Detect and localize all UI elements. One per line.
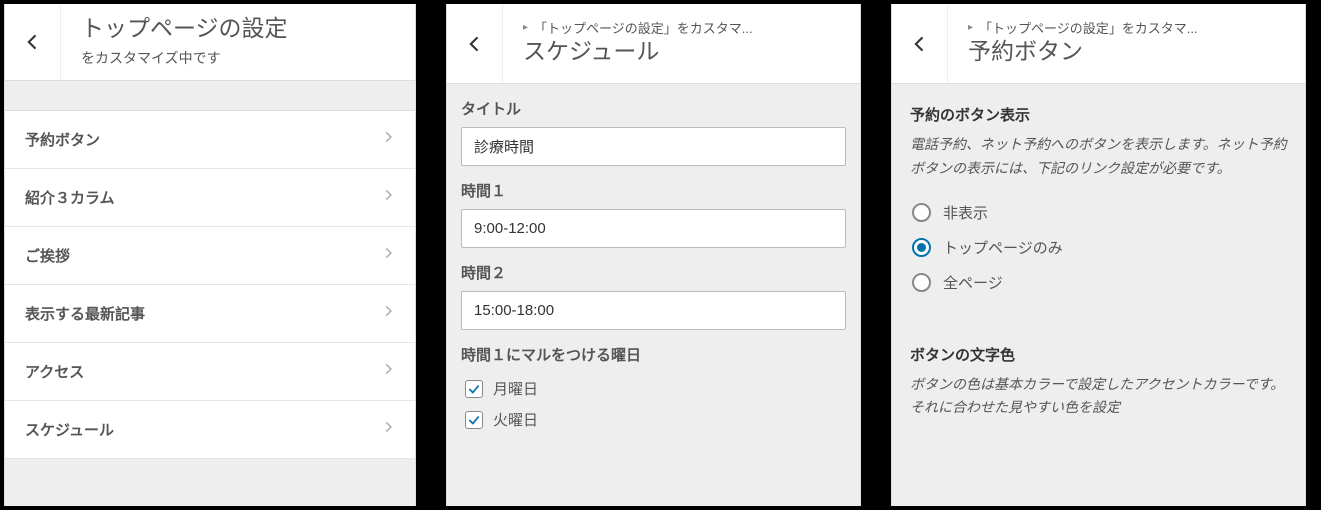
section-heading-display: 予約のボタン表示 — [910, 104, 1287, 125]
schedule-time1-input[interactable] — [461, 209, 846, 248]
field-label-days: 時間１にマルをつける曜日 — [461, 344, 846, 365]
chevron-right-icon — [381, 130, 395, 148]
chevron-right-icon — [381, 246, 395, 264]
header-title-wrap: トップページの設定 をカスタマイズ中です — [61, 4, 415, 80]
radio-all-pages[interactable] — [912, 273, 931, 292]
checkbox-mon[interactable] — [465, 380, 483, 398]
header-title-wrap: ▸ 「トップページの設定」をカスタマ... スケジュール — [503, 4, 860, 83]
radio-label: トップページのみ — [943, 237, 1063, 258]
spacer — [5, 81, 415, 111]
page-subtitle: をカスタマイズ中です — [81, 48, 395, 68]
check-icon — [467, 413, 481, 427]
header-title-wrap: ▸ 「トップページの設定」をカスタマ... 予約ボタン — [948, 4, 1305, 83]
back-button[interactable] — [5, 4, 61, 80]
menu-item-latest-articles[interactable]: 表示する最新記事 — [5, 285, 415, 343]
field-label-title: タイトル — [461, 98, 846, 119]
back-button[interactable] — [447, 4, 503, 83]
page-title: 予約ボタン — [968, 37, 1285, 67]
breadcrumb-caret-icon: ▸ — [523, 22, 528, 33]
chevron-right-icon — [381, 362, 395, 380]
day-checkbox-row-mon[interactable]: 月曜日 — [461, 373, 846, 404]
checkbox-tue[interactable] — [465, 411, 483, 429]
chevron-right-icon — [381, 420, 395, 438]
menu-item-label: 表示する最新記事 — [25, 303, 145, 324]
chevron-right-icon — [381, 188, 395, 206]
panel-body: 予約のボタン表示 電話予約、ネット予約へのボタンを表示します。ネット予約ボタンの… — [892, 84, 1305, 434]
radio-label: 全ページ — [943, 272, 1003, 293]
schedule-title-input[interactable] — [461, 127, 846, 166]
day-label: 火曜日 — [493, 409, 538, 430]
section-heading-text-color: ボタンの文字色 — [910, 344, 1287, 365]
radio-row-all-pages[interactable]: 全ページ — [910, 265, 1287, 300]
page-title: トップページの設定 — [81, 14, 395, 44]
settings-menu-list: 予約ボタン 紹介３カラム ご挨拶 表示する最新記事 アクセス スケジュール — [5, 111, 415, 459]
menu-item-greeting[interactable]: ご挨拶 — [5, 227, 415, 285]
panel-header: ▸ 「トップページの設定」をカスタマ... スケジュール — [447, 4, 860, 84]
panel-body: タイトル 時間１ 時間２ 時間１にマルをつける曜日 月曜日 火曜日 — [447, 84, 860, 435]
breadcrumb-label: 「トップページの設定」をカスタマ... — [534, 18, 753, 37]
chevron-left-icon — [910, 34, 930, 54]
radio-label: 非表示 — [943, 202, 988, 223]
menu-item-label: アクセス — [25, 361, 84, 382]
customizer-panel-schedule: ▸ 「トップページの設定」をカスタマ... スケジュール タイトル 時間１ 時間… — [446, 4, 861, 506]
menu-item-access[interactable]: アクセス — [5, 343, 415, 401]
section-description: 電話予約、ネット予約へのボタンを表示します。ネット予約ボタンの表示には、下記のリ… — [910, 133, 1287, 181]
chevron-right-icon — [381, 304, 395, 322]
field-label-time2: 時間２ — [461, 262, 846, 283]
menu-item-label: 紹介３カラム — [25, 187, 115, 208]
schedule-time2-input[interactable] — [461, 291, 846, 330]
section-divider — [910, 300, 1287, 324]
breadcrumb[interactable]: ▸ 「トップページの設定」をカスタマ... — [968, 18, 1285, 37]
day-label: 月曜日 — [493, 378, 538, 399]
customizer-panel-top-settings: トップページの設定 をカスタマイズ中です 予約ボタン 紹介３カラム ご挨拶 表示… — [4, 4, 416, 506]
field-label-time1: 時間１ — [461, 180, 846, 201]
menu-item-schedule[interactable]: スケジュール — [5, 401, 415, 459]
section-description: ボタンの色は基本カラーで設定したアクセントカラーです。それに合わせた見やすい色を… — [910, 373, 1287, 421]
panel-header: ▸ 「トップページの設定」をカスタマ... 予約ボタン — [892, 4, 1305, 84]
radio-top-only[interactable] — [912, 238, 931, 257]
breadcrumb-caret-icon: ▸ — [968, 22, 973, 33]
chevron-left-icon — [465, 34, 485, 54]
breadcrumb-label: 「トップページの設定」をカスタマ... — [979, 18, 1198, 37]
chevron-left-icon — [23, 32, 43, 52]
menu-item-intro-3col[interactable]: 紹介３カラム — [5, 169, 415, 227]
radio-row-top-only[interactable]: トップページのみ — [910, 230, 1287, 265]
customizer-panel-reserve-button: ▸ 「トップページの設定」をカスタマ... 予約ボタン 予約のボタン表示 電話予… — [891, 4, 1306, 506]
panel-header: トップページの設定 をカスタマイズ中です — [5, 4, 415, 81]
day-checkbox-row-tue[interactable]: 火曜日 — [461, 404, 846, 435]
menu-item-label: スケジュール — [25, 419, 114, 440]
menu-item-label: ご挨拶 — [25, 245, 70, 266]
menu-item-reserve-button[interactable]: 予約ボタン — [5, 111, 415, 169]
radio-hidden[interactable] — [912, 203, 931, 222]
breadcrumb[interactable]: ▸ 「トップページの設定」をカスタマ... — [523, 18, 840, 37]
check-icon — [467, 382, 481, 396]
menu-item-label: 予約ボタン — [25, 129, 100, 150]
back-button[interactable] — [892, 4, 948, 83]
radio-row-hidden[interactable]: 非表示 — [910, 195, 1287, 230]
page-title: スケジュール — [523, 37, 840, 67]
